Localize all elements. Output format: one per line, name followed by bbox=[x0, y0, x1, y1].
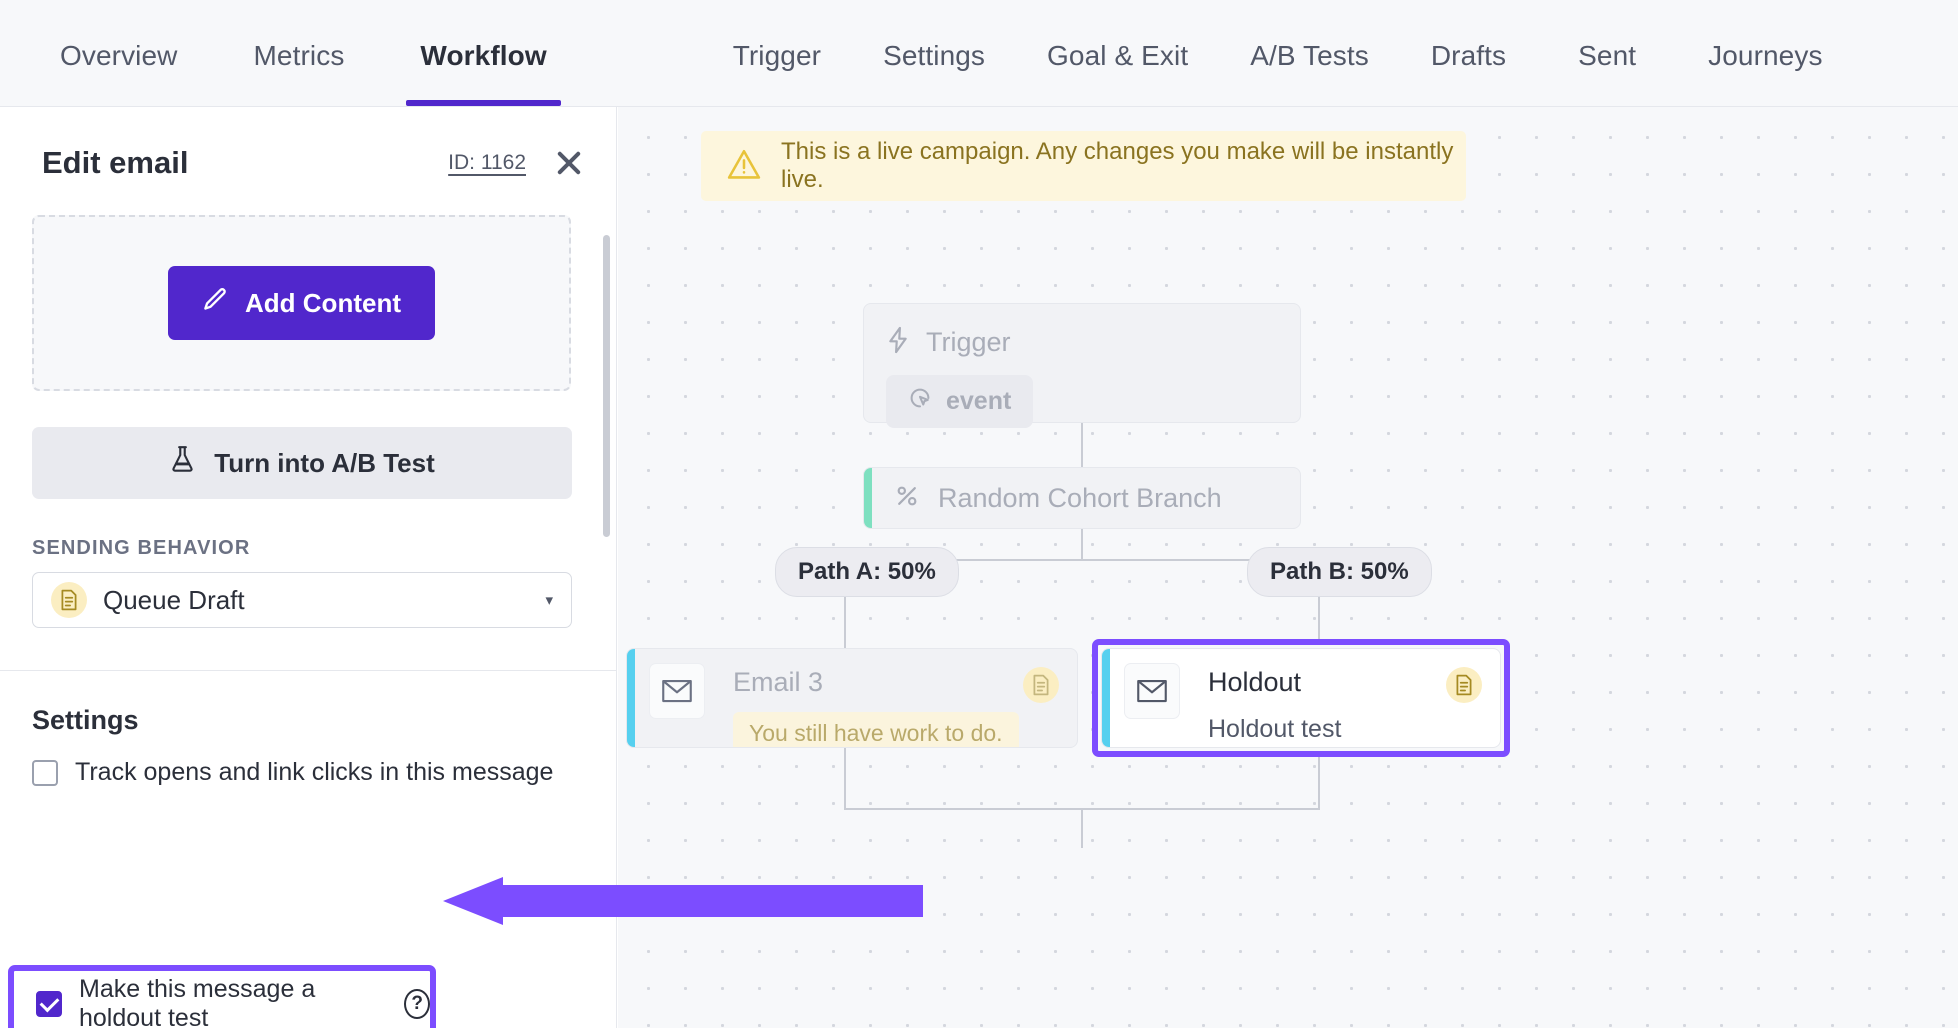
node-branch-title: Random Cohort Branch bbox=[938, 482, 1222, 513]
holdout-test-row[interactable]: Make this message a holdout test ? bbox=[36, 975, 430, 1028]
live-campaign-banner: This is a live campaign. Any changes you… bbox=[701, 131, 1466, 201]
cursor-target-icon bbox=[908, 386, 932, 417]
node-trigger[interactable]: Trigger event bbox=[863, 303, 1301, 428]
branch-accent-bar bbox=[864, 468, 872, 528]
node-trigger-header: Trigger bbox=[886, 326, 1300, 359]
holdout-accent-bar bbox=[1102, 649, 1110, 747]
warning-triangle-icon bbox=[727, 148, 761, 185]
tab-ab-tests[interactable]: A/B Tests bbox=[1250, 40, 1369, 106]
tab-workflow[interactable]: Workflow bbox=[406, 40, 562, 106]
page-title: Edit email bbox=[42, 145, 189, 180]
top-navigation: Overview Metrics Workflow Trigger Settin… bbox=[0, 0, 1958, 107]
track-opens-row[interactable]: Track opens and link clicks in this mess… bbox=[32, 758, 616, 787]
tab-drafts[interactable]: Drafts bbox=[1431, 40, 1506, 106]
app-root: Overview Metrics Workflow Trigger Settin… bbox=[0, 0, 1958, 1028]
track-opens-checkbox[interactable] bbox=[32, 759, 58, 786]
connector-email3-down bbox=[844, 748, 846, 808]
tab-journeys[interactable]: Journeys bbox=[1708, 40, 1822, 106]
holdout-test-label: Make this message a holdout test bbox=[79, 975, 316, 1028]
sending-behavior-select[interactable]: Queue Draft ▾ bbox=[32, 572, 572, 628]
trigger-event-label: event bbox=[946, 387, 1012, 415]
node-email-3-warning: You still have work to do. bbox=[733, 712, 1019, 747]
holdout-document-icon bbox=[1446, 667, 1482, 703]
holdout-test-checkbox[interactable] bbox=[36, 991, 62, 1017]
nav-group-middle: Trigger Settings Goal & Exit A/B Tests bbox=[623, 40, 1431, 106]
annotation-arrow bbox=[443, 877, 923, 925]
chevron-down-icon: ▾ bbox=[545, 592, 553, 609]
nav-group-left: Overview Metrics Workflow bbox=[0, 40, 623, 106]
tab-metrics[interactable]: Metrics bbox=[254, 40, 345, 106]
close-icon[interactable] bbox=[552, 146, 586, 180]
add-content-label: Add Content bbox=[245, 287, 401, 318]
holdout-test-highlight: Make this message a holdout test ? bbox=[8, 965, 436, 1028]
tab-goal-exit[interactable]: Goal & Exit bbox=[1047, 40, 1188, 106]
path-b-label[interactable]: Path B: 50% bbox=[1247, 547, 1432, 597]
tab-settings[interactable]: Settings bbox=[883, 40, 985, 106]
node-email-3-body: Email 3 You still have work to do. bbox=[627, 649, 1077, 747]
panel-scrollbar[interactable] bbox=[603, 235, 610, 537]
pencil-icon bbox=[202, 286, 229, 320]
node-holdout[interactable]: Holdout Holdout test bbox=[1101, 648, 1501, 748]
flask-icon bbox=[169, 445, 196, 481]
sending-behavior-value: Queue Draft bbox=[103, 584, 245, 615]
node-holdout-body: Holdout Holdout test bbox=[1102, 649, 1500, 747]
document-icon bbox=[51, 582, 87, 618]
envelope-icon bbox=[1124, 663, 1180, 719]
question-mark-icon[interactable]: ? bbox=[404, 989, 430, 1019]
track-opens-label: Track opens and link clicks in this mess… bbox=[75, 758, 554, 786]
email3-accent-bar bbox=[627, 649, 635, 747]
percent-icon bbox=[894, 483, 920, 514]
lightning-bolt-icon bbox=[886, 326, 910, 359]
tab-trigger[interactable]: Trigger bbox=[733, 40, 821, 106]
node-random-cohort-branch[interactable]: Random Cohort Branch bbox=[863, 467, 1301, 529]
trigger-event-pill[interactable]: event bbox=[886, 375, 1034, 428]
connector-merge-down bbox=[1081, 808, 1083, 848]
turn-into-ab-test-label: Turn into A/B Test bbox=[214, 447, 435, 478]
panel-header-actions: ID: 1162 bbox=[448, 146, 586, 180]
panel-header: Edit email ID: 1162 bbox=[0, 107, 616, 191]
tab-overview[interactable]: Overview bbox=[60, 40, 178, 106]
content-dropzone: Add Content bbox=[32, 215, 571, 391]
turn-into-ab-test-button[interactable]: Turn into A/B Test bbox=[32, 427, 572, 499]
connector-trigger-to-branch bbox=[1081, 423, 1083, 467]
settings-heading: Settings bbox=[32, 705, 139, 735]
panel-divider bbox=[0, 670, 616, 671]
campaign-id-link[interactable]: ID: 1162 bbox=[448, 151, 526, 175]
connector-branch-down bbox=[1081, 529, 1083, 559]
email3-document-icon bbox=[1023, 667, 1059, 703]
nav-group-right: Drafts Sent Journeys bbox=[1431, 40, 1958, 106]
sending-behavior-label: SENDING BEHAVIOR bbox=[32, 537, 251, 559]
node-holdout-subtitle: Holdout test bbox=[1208, 715, 1342, 743]
live-campaign-banner-text: This is a live campaign. Any changes you… bbox=[781, 138, 1454, 193]
path-a-label[interactable]: Path A: 50% bbox=[775, 547, 959, 597]
envelope-icon bbox=[649, 663, 705, 719]
add-content-button[interactable]: Add Content bbox=[168, 266, 435, 340]
node-trigger-title: Trigger bbox=[926, 327, 1011, 357]
connector-holdout-down bbox=[1318, 757, 1320, 808]
node-email-3[interactable]: Email 3 You still have work to do. bbox=[626, 648, 1078, 748]
tab-sent[interactable]: Sent bbox=[1578, 40, 1636, 106]
